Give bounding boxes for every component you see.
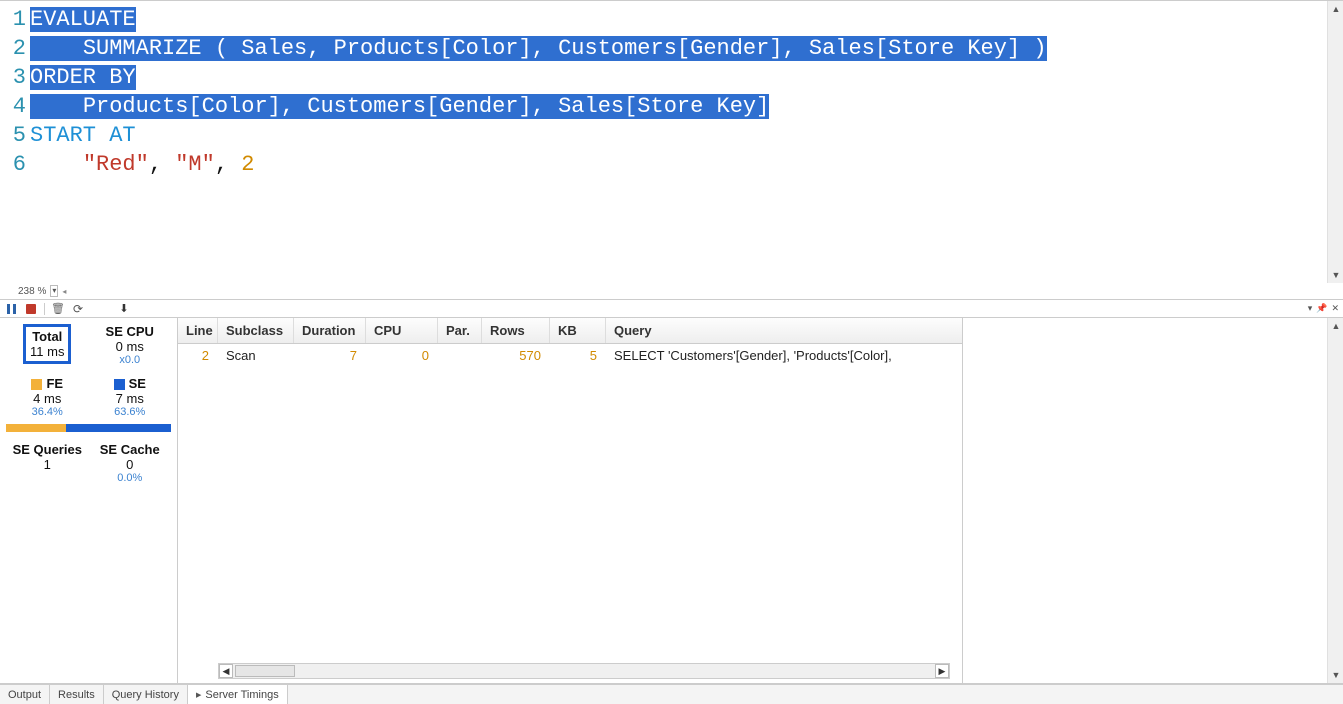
export-icon[interactable] [117, 302, 131, 316]
line-number: 3 [6, 63, 26, 92]
line-number: 5 [6, 121, 26, 150]
code-line[interactable]: 2 SUMMARIZE ( Sales, Products[Color], Cu… [6, 34, 1335, 63]
table-cell: 2 [178, 344, 218, 366]
scroll-up-icon[interactable]: ▲ [1328, 318, 1343, 334]
zoom-level[interactable]: 238 % [18, 286, 46, 297]
fe-pct: 36.4% [6, 406, 89, 418]
line-number: 1 [6, 5, 26, 34]
active-tab-marker-icon: ▶ [196, 691, 201, 699]
code-line[interactable]: 3ORDER BY [6, 63, 1335, 92]
fe-swatch-icon [31, 379, 42, 390]
tab-server-timings[interactable]: ▶Server Timings [188, 685, 288, 704]
query-detail-panel: ▲ ▼ [963, 318, 1343, 683]
server-timings-pane: Total 11 ms SE CPU 0 ms x0.0 FE 4 ms 36.… [0, 318, 1343, 684]
secpu-label: SE CPU [89, 324, 172, 339]
fe-se-bar [6, 424, 171, 432]
secache-sub: 0.0% [89, 472, 172, 484]
col-par[interactable]: Par. [438, 318, 482, 343]
code-line[interactable]: 5START AT [6, 121, 1335, 150]
pin-icon[interactable]: 📌 [1316, 303, 1327, 314]
hscroll-thumb[interactable] [235, 665, 295, 677]
total-label: Total [30, 329, 64, 344]
zoom-dropdown-icon[interactable]: ▾ [50, 285, 58, 297]
total-time-box: Total 11 ms [23, 324, 71, 364]
total-value: 11 ms [30, 344, 64, 359]
table-cell: 5 [550, 344, 606, 366]
bottom-tab-strip: Output Results Query History ▶Server Tim… [0, 684, 1343, 704]
code-line[interactable]: 1EVALUATE [6, 5, 1335, 34]
secpu-value: 0 ms [89, 339, 172, 354]
timing-stats: Total 11 ms SE CPU 0 ms x0.0 FE 4 ms 36.… [0, 318, 178, 683]
table-cell: Scan [218, 344, 294, 366]
se-bar-segment [66, 424, 171, 432]
line-number: 6 [6, 150, 26, 179]
se-value: 7 ms [89, 391, 172, 406]
col-query[interactable]: Query [606, 318, 962, 343]
query-editor-pane: 1EVALUATE2 SUMMARIZE ( Sales, Products[C… [0, 0, 1343, 300]
line-number: 2 [6, 34, 26, 63]
table-row[interactable]: 2Scan70 5705SELECT 'Customers'[Gender], '… [178, 344, 962, 366]
scroll-up-icon[interactable]: ▲ [1328, 1, 1343, 17]
hscroll-right-icon[interactable]: ▶ [935, 664, 949, 678]
se-label: SE [129, 376, 146, 391]
col-rows[interactable]: Rows [482, 318, 550, 343]
editor-status-bar: 238 % ▾ ◂ [0, 283, 1343, 299]
fe-bar-segment [6, 424, 66, 432]
table-cell: SELECT 'Customers'[Gender], 'Products'[C… [606, 344, 962, 366]
table-cell: 0 [366, 344, 438, 366]
col-duration[interactable]: Duration [294, 318, 366, 343]
panel-menu-icon[interactable]: ▾ [1308, 303, 1313, 314]
editor-scrollbar[interactable]: ▲ ▼ [1327, 1, 1343, 283]
col-kb[interactable]: KB [550, 318, 606, 343]
detail-scrollbar[interactable]: ▲ ▼ [1327, 318, 1343, 683]
code-line[interactable]: 6 "Red", "M", 2 [6, 150, 1335, 179]
hscroll-left-icon[interactable]: ◂ [62, 287, 66, 296]
secache-value: 0 [89, 457, 172, 472]
se-query-grid: Line Subclass Duration CPU Par. Rows KB … [178, 318, 963, 683]
results-toolbar: ▾ 📌 ✕ [0, 300, 1343, 318]
sequeries-label: SE Queries [6, 442, 89, 457]
clear-icon[interactable] [51, 302, 65, 316]
secpu-sub: x0.0 [89, 354, 172, 366]
table-cell [438, 344, 482, 366]
table-cell: 7 [294, 344, 366, 366]
refresh-icon[interactable] [71, 302, 85, 316]
code-line[interactable]: 4 Products[Color], Customers[Gender], Sa… [6, 92, 1335, 121]
secache-label: SE Cache [89, 442, 172, 457]
table-cell: 570 [482, 344, 550, 366]
hscroll-left-icon[interactable]: ◀ [219, 664, 233, 678]
tab-results[interactable]: Results [50, 685, 104, 704]
query-editor[interactable]: 1EVALUATE2 SUMMARIZE ( Sales, Products[C… [0, 1, 1343, 283]
col-subclass[interactable]: Subclass [218, 318, 294, 343]
scroll-down-icon[interactable]: ▼ [1328, 667, 1343, 683]
se-swatch-icon [114, 379, 125, 390]
se-pct: 63.6% [89, 406, 172, 418]
fe-label: FE [46, 376, 63, 391]
scroll-down-icon[interactable]: ▼ [1328, 267, 1343, 283]
grid-hscrollbar[interactable]: ◀ ▶ [218, 663, 950, 679]
close-panel-icon[interactable]: ✕ [1331, 303, 1339, 314]
sequeries-value: 1 [6, 457, 89, 472]
tab-output[interactable]: Output [0, 685, 50, 704]
grid-header-row: Line Subclass Duration CPU Par. Rows KB … [178, 318, 962, 344]
col-cpu[interactable]: CPU [366, 318, 438, 343]
record-icon[interactable] [24, 302, 38, 316]
col-line[interactable]: Line [178, 318, 218, 343]
fe-value: 4 ms [6, 391, 89, 406]
pause-icon[interactable] [4, 302, 18, 316]
line-number: 4 [6, 92, 26, 121]
tab-query-history[interactable]: Query History [104, 685, 188, 704]
